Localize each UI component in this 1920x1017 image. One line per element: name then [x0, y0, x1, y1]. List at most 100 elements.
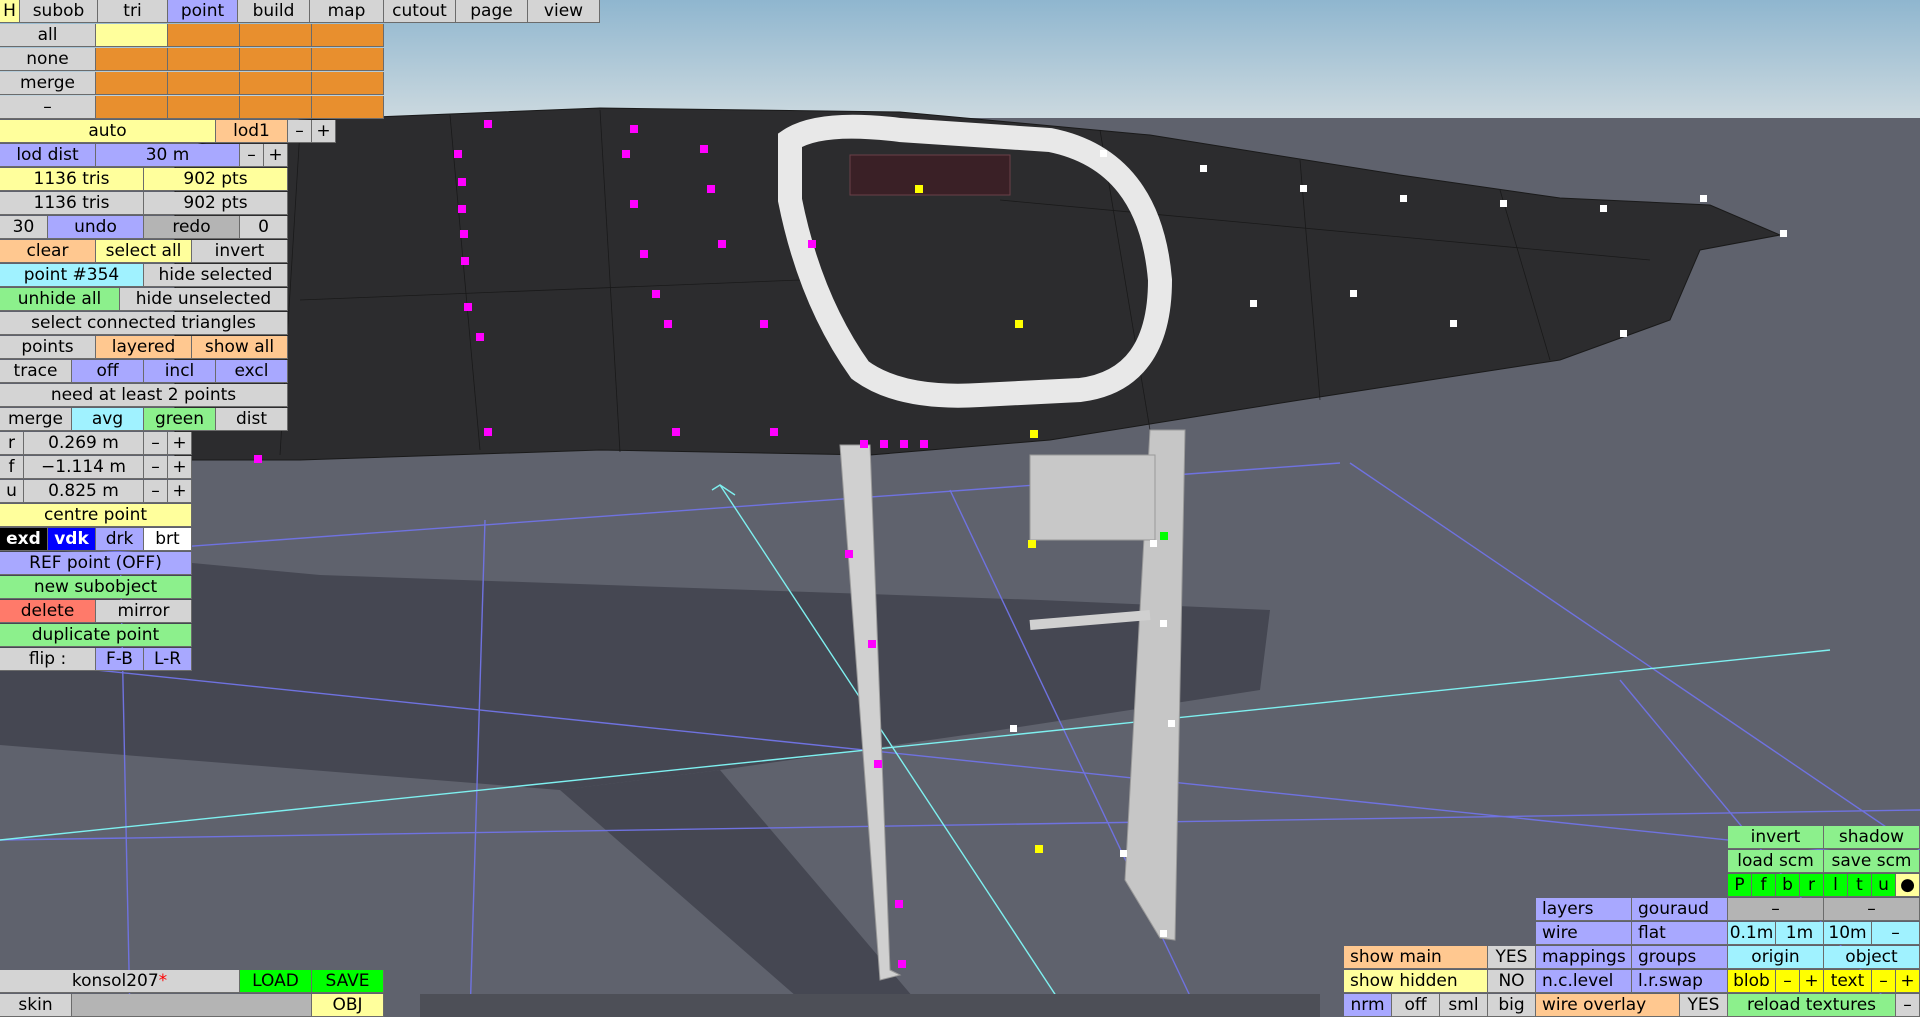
select-minus-row[interactable]: – [0, 96, 96, 119]
view-l-button[interactable]: l [1824, 874, 1848, 897]
hide-unselected-button[interactable]: hide unselected [120, 288, 288, 311]
lod-dist-plus[interactable]: + [264, 144, 288, 167]
shade-brt-button[interactable]: brt [144, 528, 192, 551]
show-hidden-value[interactable]: NO [1488, 970, 1536, 993]
dash-button[interactable]: – [1824, 898, 1920, 921]
load-scm-button[interactable]: load scm [1728, 850, 1824, 873]
coord-plus-f[interactable]: + [168, 456, 192, 479]
green-button[interactable]: green [144, 408, 216, 431]
coord-value-u[interactable]: 0.825 m [24, 480, 144, 503]
obj-button[interactable]: OBJ [312, 994, 384, 1017]
view-t-button[interactable]: t [1848, 874, 1872, 897]
shade-vdk-button[interactable]: vdk [48, 528, 96, 551]
shade-exd-button[interactable]: exd [0, 528, 48, 551]
flat-button[interactable]: flat [1632, 922, 1728, 945]
view-b-button[interactable]: b [1776, 874, 1800, 897]
trace-off-button[interactable]: off [72, 360, 144, 383]
flip-lr-button[interactable]: L-R [144, 648, 192, 671]
view-f-button[interactable]: f [1752, 874, 1776, 897]
select-slot[interactable] [168, 48, 240, 71]
nc-level-button[interactable]: n.c.level [1536, 970, 1632, 993]
coord-value-r[interactable]: 0.269 m [24, 432, 144, 455]
select-slot[interactable] [96, 72, 168, 95]
invert-button[interactable]: invert [1728, 826, 1824, 849]
reload-minus-button[interactable]: – [1896, 994, 1920, 1017]
lod-plus-button[interactable]: + [312, 120, 336, 143]
skin-field[interactable] [72, 994, 312, 1017]
invert-selection-button[interactable]: invert [192, 240, 288, 263]
lr-swap-button[interactable]: l.r.swap [1632, 970, 1728, 993]
select-slot[interactable] [240, 72, 312, 95]
select-slot[interactable] [96, 96, 168, 119]
select-slot[interactable] [312, 48, 384, 71]
show-all-button[interactable]: show all [192, 336, 288, 359]
view-p-button[interactable]: P [1728, 874, 1752, 897]
menu-subob[interactable]: subob [20, 0, 98, 23]
gouraud-button[interactable]: gouraud [1632, 898, 1728, 921]
coord-plus-u[interactable]: + [168, 480, 192, 503]
wire-overlay-button[interactable]: wire overlay [1536, 994, 1680, 1017]
select-slot[interactable] [312, 72, 384, 95]
view-u-button[interactable]: u [1872, 874, 1896, 897]
lod-dist-value[interactable]: 30 m [96, 144, 240, 167]
grid-minus-button[interactable]: – [1872, 922, 1920, 945]
off-button[interactable]: off [1392, 994, 1440, 1017]
layered-button[interactable]: layered [96, 336, 192, 359]
redo-button[interactable]: redo [144, 216, 240, 239]
grid-10m-button[interactable]: 10m [1824, 922, 1872, 945]
lod-auto-button[interactable]: auto [0, 120, 216, 143]
duplicate-point-button[interactable]: duplicate point [0, 624, 192, 647]
undo-button[interactable]: undo [48, 216, 144, 239]
file-name[interactable]: konsol207* [0, 970, 240, 993]
flip-fb-button[interactable]: F-B [96, 648, 144, 671]
select-merge-row[interactable]: merge [0, 72, 96, 95]
load-button[interactable]: LOAD [240, 970, 312, 993]
wire-overlay-value[interactable]: YES [1680, 994, 1728, 1017]
view-r-button[interactable]: r [1800, 874, 1824, 897]
hide-selected-button[interactable]: hide selected [144, 264, 288, 287]
select-slot[interactable] [96, 48, 168, 71]
menu-view[interactable]: view [528, 0, 600, 23]
origin-button[interactable]: origin [1728, 946, 1824, 969]
h-button[interactable]: H [0, 0, 20, 23]
object-button[interactable]: object [1824, 946, 1920, 969]
coord-minus-r[interactable]: – [144, 432, 168, 455]
coord-minus-u[interactable]: – [144, 480, 168, 503]
trace-excl-button[interactable]: excl [216, 360, 288, 383]
ref-point-button[interactable]: REF point (OFF) [0, 552, 192, 575]
new-subobject-button[interactable]: new subobject [0, 576, 192, 599]
select-slot[interactable] [312, 24, 384, 47]
save-button[interactable]: SAVE [312, 970, 384, 993]
blob-button[interactable]: blob [1728, 970, 1776, 993]
lod-dist-minus[interactable]: – [240, 144, 264, 167]
wire-button[interactable]: wire [1536, 922, 1632, 945]
merge-button[interactable]: merge [0, 408, 72, 431]
grid-1m-button[interactable]: 1m [1776, 922, 1824, 945]
text-button[interactable]: text [1824, 970, 1872, 993]
grid-0-1m-button[interactable]: 0.1m [1728, 922, 1776, 945]
shade-drk-button[interactable]: drk [96, 528, 144, 551]
shadow-button[interactable]: shadow [1824, 826, 1920, 849]
blob-minus-button[interactable]: – [1776, 970, 1800, 993]
text-plus-button[interactable]: + [1896, 970, 1920, 993]
unhide-all-button[interactable]: unhide all [0, 288, 120, 311]
avg-button[interactable]: avg [72, 408, 144, 431]
points-mode-button[interactable]: points [0, 336, 96, 359]
menu-build[interactable]: build [238, 0, 310, 23]
select-connected-triangles-button[interactable]: select connected triangles [0, 312, 288, 335]
mappings-button[interactable]: mappings [1536, 946, 1632, 969]
menu-map[interactable]: map [310, 0, 384, 23]
sml-button[interactable]: sml [1440, 994, 1488, 1017]
select-slot[interactable] [240, 48, 312, 71]
dist-button[interactable]: dist [216, 408, 288, 431]
lod-name[interactable]: lod1 [216, 120, 288, 143]
select-slot[interactable] [240, 24, 312, 47]
text-minus-button[interactable]: – [1872, 970, 1896, 993]
3d-viewport[interactable] [0, 0, 1920, 1017]
nrm-button[interactable]: nrm [1344, 994, 1392, 1017]
dash-button[interactable]: – [1728, 898, 1824, 921]
lod-minus-button[interactable]: – [288, 120, 312, 143]
current-point[interactable]: point #354 [0, 264, 144, 287]
coord-value-f[interactable]: −1.114 m [24, 456, 144, 479]
menu-cutout[interactable]: cutout [384, 0, 456, 23]
